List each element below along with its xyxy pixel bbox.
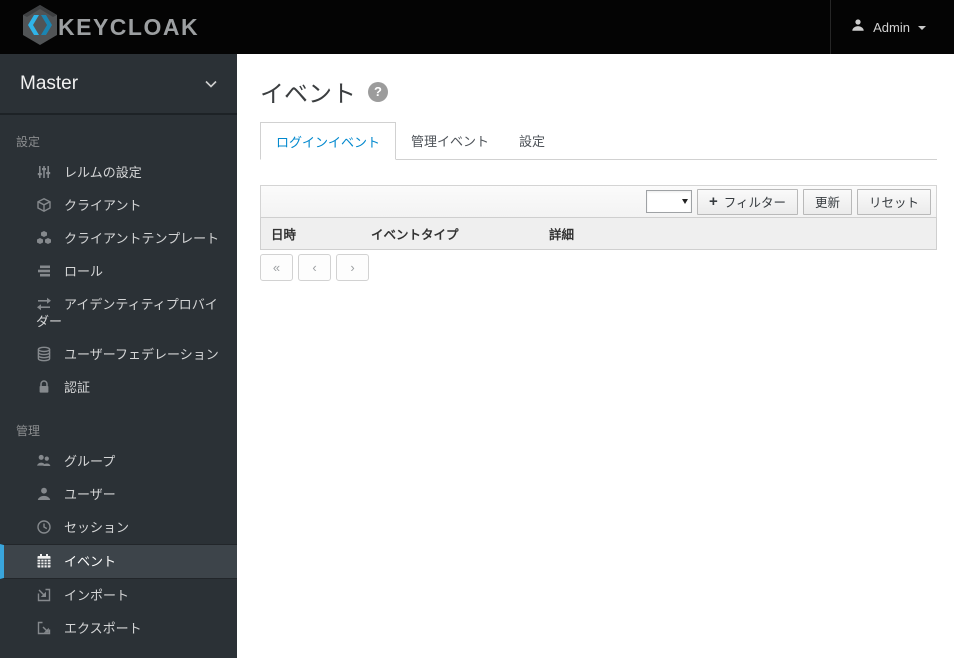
export-icon [36,620,52,636]
tab-bar: ログインイベント 管理イベント 設定 [260,121,937,160]
main-content: イベント ? ログインイベント 管理イベント 設定 + フィルター 更新 リセッ… [237,54,954,658]
sidebar-item-label: 認証 [64,380,91,395]
sidebar-item-label: レルムの設定 [64,165,142,180]
sidebar-item-roles[interactable]: ロール [0,255,237,288]
sidebar-item-label: イベント [64,554,117,569]
update-button-label: 更新 [814,196,840,210]
sidebar-item-label: インポート [64,588,130,603]
top-navbar: KEYCLOAK Admin [0,0,954,54]
sidebar-item-label: クライアントテンプレート [64,231,220,246]
tab-admin-events[interactable]: 管理イベント [396,122,504,160]
clock-icon [36,519,52,535]
sidebar-item-label: エクスポート [64,621,142,636]
sidebar-item-label: ユーザー [64,487,116,502]
reset-button-label: リセット [868,196,919,210]
tab-login-events[interactable]: ログインイベント [260,122,397,160]
tab-config[interactable]: 設定 [504,122,560,160]
column-header-detail: 詳細 [549,228,575,242]
sidebar-item-users[interactable]: ユーザー [0,478,237,511]
pagination: « ‹ › [260,254,937,281]
sidebar: Master 設定 レルムの設定 クライアント クライアントテンプレート ロール… [0,54,237,658]
filter-button[interactable]: + フィルター [696,188,798,215]
first-page-button[interactable]: « [260,254,293,281]
user-icon [36,486,52,502]
plus-icon: + [708,192,718,210]
column-header-event-type: イベントタイプ [371,228,459,242]
update-button[interactable]: 更新 [802,188,852,215]
sidebar-item-events[interactable]: イベント [0,544,237,579]
realm-selector[interactable]: Master [0,54,237,115]
sliders-icon [36,164,52,180]
chevron-down-icon [918,26,926,30]
sidebar-item-label: グループ [64,454,116,469]
lock-icon [36,379,52,395]
next-page-button[interactable]: › [336,254,369,281]
sidebar-item-realm-settings[interactable]: レルムの設定 [0,156,237,189]
brand-text: KEYCLOAK [58,13,200,40]
chevron-down-icon [205,75,217,93]
select-caret-icon [681,199,688,204]
sidebar-item-label: クライアント [64,198,142,213]
sidebar-item-groups[interactable]: グループ [0,445,237,478]
sidebar-item-sessions[interactable]: セッション [0,511,237,544]
sidebar-item-identity-providers[interactable]: アイデンティティプロバイダー [0,288,237,338]
admin-user-menu[interactable]: Admin [830,0,954,54]
group-icon [36,453,52,469]
page-title: イベント [260,81,356,108]
exchange-arrows-icon [36,296,52,312]
sidebar-item-user-federation[interactable]: ユーザーフェデレーション [0,338,237,371]
import-icon [36,587,52,603]
user-icon [851,18,865,37]
prev-page-button[interactable]: ‹ [298,254,331,281]
help-icon[interactable]: ? [368,81,388,102]
filter-select[interactable] [645,190,692,213]
realm-name: Master [20,72,79,94]
sidebar-item-label: ロール [64,264,104,279]
cube-icon [36,197,52,213]
sidebar-item-import[interactable]: インポート [0,579,237,612]
filter-button-label: フィルター [723,196,786,210]
roles-icon [36,263,52,279]
sidebar-item-label: セッション [64,520,130,535]
keycloak-hexagon-icon [20,4,60,51]
sidebar-section-configure: 設定 [16,135,41,149]
sidebar-item-clients[interactable]: クライアント [0,189,237,222]
sidebar-item-label: ユーザーフェデレーション [64,347,219,362]
sidebar-item-label: アイデンティティプロバイダー [36,297,218,329]
keycloak-logo[interactable]: KEYCLOAK [0,4,199,51]
reset-button[interactable]: リセット [856,188,931,215]
sidebar-item-authentication[interactable]: 認証 [0,371,237,404]
cubes-icon [36,230,52,246]
sidebar-section-manage: 管理 [16,424,41,438]
database-icon [36,346,52,362]
admin-user-label: Admin [873,19,910,35]
events-toolbar: + フィルター 更新 リセット [260,185,937,217]
column-header-datetime: 日時 [271,228,297,242]
sidebar-item-client-templates[interactable]: クライアントテンプレート [0,222,237,255]
calendar-icon [36,553,52,569]
events-table-header: 日時 イベントタイプ 詳細 [260,217,937,250]
sidebar-item-export[interactable]: エクスポート [0,612,237,645]
